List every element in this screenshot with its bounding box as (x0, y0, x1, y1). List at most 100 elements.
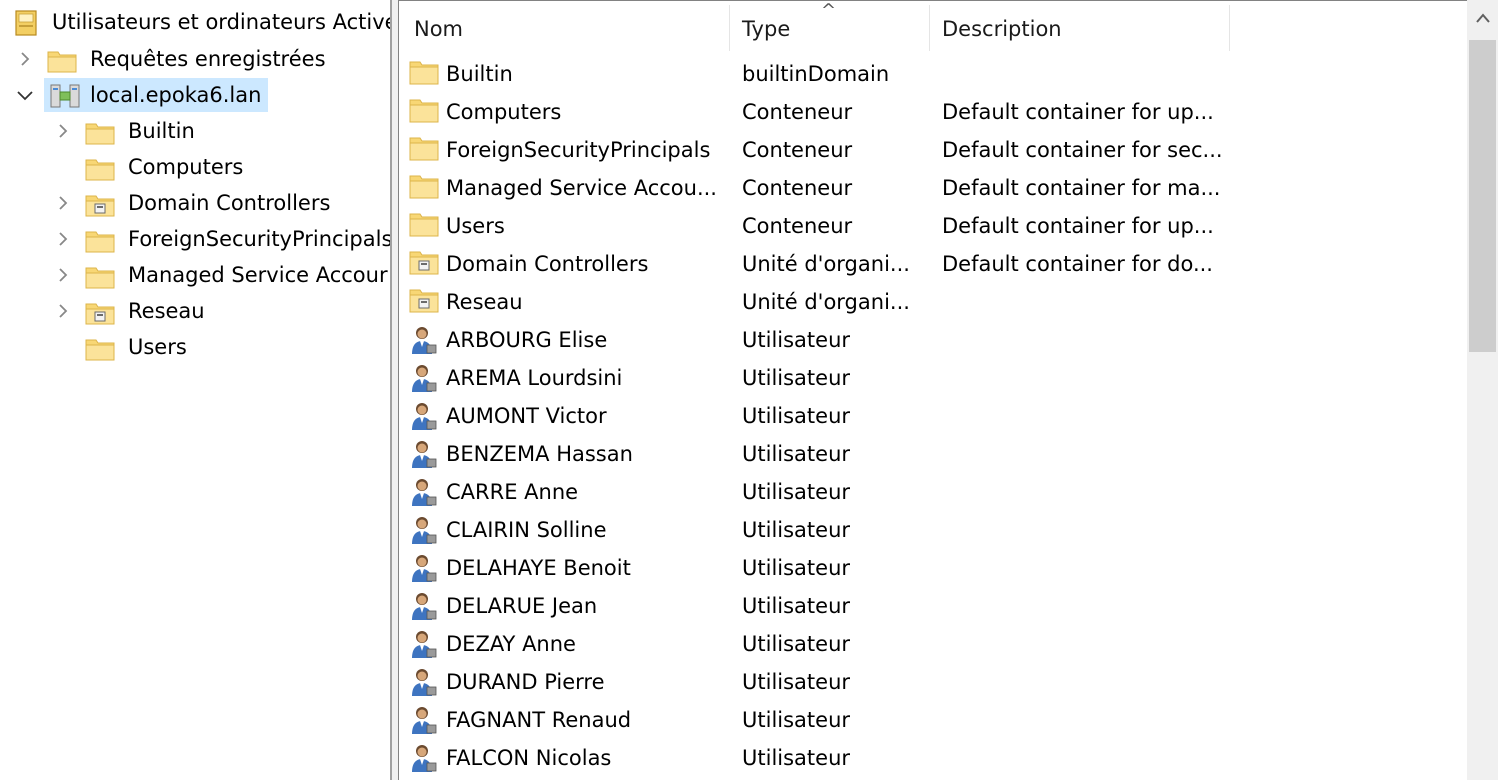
chevron-right-icon[interactable] (14, 41, 36, 77)
cell-type: Utilisateur (742, 594, 851, 618)
folder-icon (85, 336, 115, 372)
tree-item-foreign-security-principals[interactable]: ForeignSecurityPrincipals (0, 221, 390, 257)
cell-name: AREMA Lourdsini (446, 366, 623, 390)
user-icon (409, 439, 439, 474)
list-row[interactable]: ForeignSecurityPrincipals Conteneur Defaul… (399, 131, 1467, 169)
cell-name: AUMONT Victor (446, 404, 607, 428)
chevron-right-icon[interactable] (52, 293, 74, 329)
user-icon (409, 363, 439, 398)
cell-description (942, 359, 1232, 397)
cell-name: FAGNANT Renaud (446, 708, 632, 732)
cell-name: BENZEMA Hassan (446, 442, 633, 466)
list-row[interactable]: ARBOURG Elise Utilisateur (399, 321, 1467, 359)
tree-item-builtin[interactable]: Builtin (0, 113, 390, 149)
list-row[interactable]: Computers Conteneur Default container for … (399, 93, 1467, 131)
tree-item-managed-service-accounts[interactable]: Managed Service Accour (0, 257, 390, 293)
cell-description (942, 625, 1232, 663)
user-icon (409, 705, 439, 740)
chevron-right-icon[interactable] (52, 221, 74, 257)
list-row[interactable]: FAGNANT Renaud Utilisateur (399, 701, 1467, 739)
folder-icon (409, 173, 439, 204)
scrollbar-thumb[interactable] (1469, 40, 1496, 352)
column-divider[interactable] (929, 5, 930, 51)
list-row[interactable]: CLAIRIN Solline Utilisateur (399, 511, 1467, 549)
list-row[interactable]: Builtin builtinDomain (399, 55, 1467, 93)
cell-type: Unité d'organi... (742, 252, 910, 276)
list-row[interactable]: Users Conteneur Default container for up..… (399, 207, 1467, 245)
column-header-name[interactable]: Nom (414, 1, 724, 49)
column-header-description[interactable]: Description (942, 1, 1222, 49)
folder-icon (409, 97, 439, 128)
user-icon (409, 553, 439, 588)
cell-name: FALCON Nicolas (446, 746, 612, 770)
tree-root-label: Utilisateurs et ordinateurs Active (52, 10, 390, 34)
cell-description: Default container for up... (942, 100, 1214, 124)
cell-name: DEZAY Anne (446, 632, 576, 656)
cell-type: Utilisateur (742, 746, 851, 770)
cell-description (942, 587, 1232, 625)
list-row[interactable]: DELAHAYE Benoit Utilisateur (399, 549, 1467, 587)
cell-name: CLAIRIN Solline (446, 518, 607, 542)
list-row[interactable]: AUMONT Victor Utilisateur (399, 397, 1467, 435)
user-icon (409, 667, 439, 702)
ou-folder-icon (409, 249, 439, 280)
cell-description: Default container for up... (942, 214, 1214, 238)
cell-description: Default container for do... (942, 252, 1213, 276)
cell-type: Utilisateur (742, 556, 851, 580)
chevron-right-icon[interactable] (52, 257, 74, 293)
column-divider[interactable] (1229, 5, 1230, 51)
chevron-right-icon[interactable] (52, 113, 74, 149)
chevron-down-icon[interactable] (14, 77, 36, 113)
cell-type: Utilisateur (742, 480, 851, 504)
tree-item-saved-queries[interactable]: Requêtes enregistrées (0, 41, 390, 77)
cell-name: CARRE Anne (446, 480, 579, 504)
cell-name: Managed Service Accou... (446, 176, 717, 200)
list-row[interactable]: DELARUE Jean Utilisateur (399, 587, 1467, 625)
list-row[interactable]: Domain Controllers Unité d'organi... Defau… (399, 245, 1467, 283)
list-row[interactable]: Managed Service Accou... Conteneur Default… (399, 169, 1467, 207)
user-icon (409, 477, 439, 512)
cell-name: Domain Controllers (446, 252, 649, 276)
tree-item-label: Domain Controllers (128, 191, 331, 215)
tree-item-domain[interactable]: local.epoka6.lan (0, 77, 390, 113)
user-icon (409, 591, 439, 626)
column-divider[interactable] (729, 5, 730, 51)
cell-type: Conteneur (742, 100, 853, 124)
user-icon (409, 401, 439, 436)
list-row[interactable]: BENZEMA Hassan Utilisateur (399, 435, 1467, 473)
list-row[interactable]: Reseau Unité d'organi... (399, 283, 1467, 321)
cell-name: Users (446, 214, 505, 238)
cell-name: DELARUE Jean (446, 594, 598, 618)
cell-name: ForeignSecurityPrincipals (446, 138, 711, 162)
tree-item-computers[interactable]: Computers (0, 149, 390, 185)
cell-name: ARBOURG Elise (446, 328, 608, 352)
cell-type: Utilisateur (742, 442, 851, 466)
cell-description (942, 701, 1232, 739)
tree-item-domain-controllers[interactable]: Domain Controllers (0, 185, 390, 221)
cell-description (942, 435, 1232, 473)
list-row[interactable]: DEZAY Anne Utilisateur (399, 625, 1467, 663)
user-icon (409, 325, 439, 360)
cell-description (942, 473, 1232, 511)
list-row[interactable]: AREMA Lourdsini Utilisateur (399, 359, 1467, 397)
cell-description (942, 283, 1232, 321)
list-row[interactable]: CARRE Anne Utilisateur (399, 473, 1467, 511)
tree-item-label: ForeignSecurityPrincipals (128, 227, 390, 251)
tree-item-users[interactable]: Users (0, 329, 390, 365)
sort-ascending-icon: ^ (821, 0, 837, 21)
chevron-right-icon[interactable] (52, 185, 74, 221)
scroll-up-arrow-icon[interactable] (1475, 12, 1491, 24)
cell-description (942, 397, 1232, 435)
tree-item-label: Managed Service Accour (128, 263, 388, 287)
cell-name: Reseau (446, 290, 523, 314)
cell-type: Conteneur (742, 176, 853, 200)
cell-name: Computers (446, 100, 562, 124)
folder-icon (409, 59, 439, 90)
list-row[interactable]: FALCON Nicolas Utilisateur (399, 739, 1467, 777)
list-row[interactable]: DURAND Pierre Utilisateur (399, 663, 1467, 701)
ou-folder-icon (409, 287, 439, 318)
tree-root[interactable]: Utilisateurs et ordinateurs Active (0, 4, 390, 40)
tree-item-reseau[interactable]: Reseau (0, 293, 390, 329)
folder-icon (409, 211, 439, 242)
cell-description (942, 511, 1232, 549)
